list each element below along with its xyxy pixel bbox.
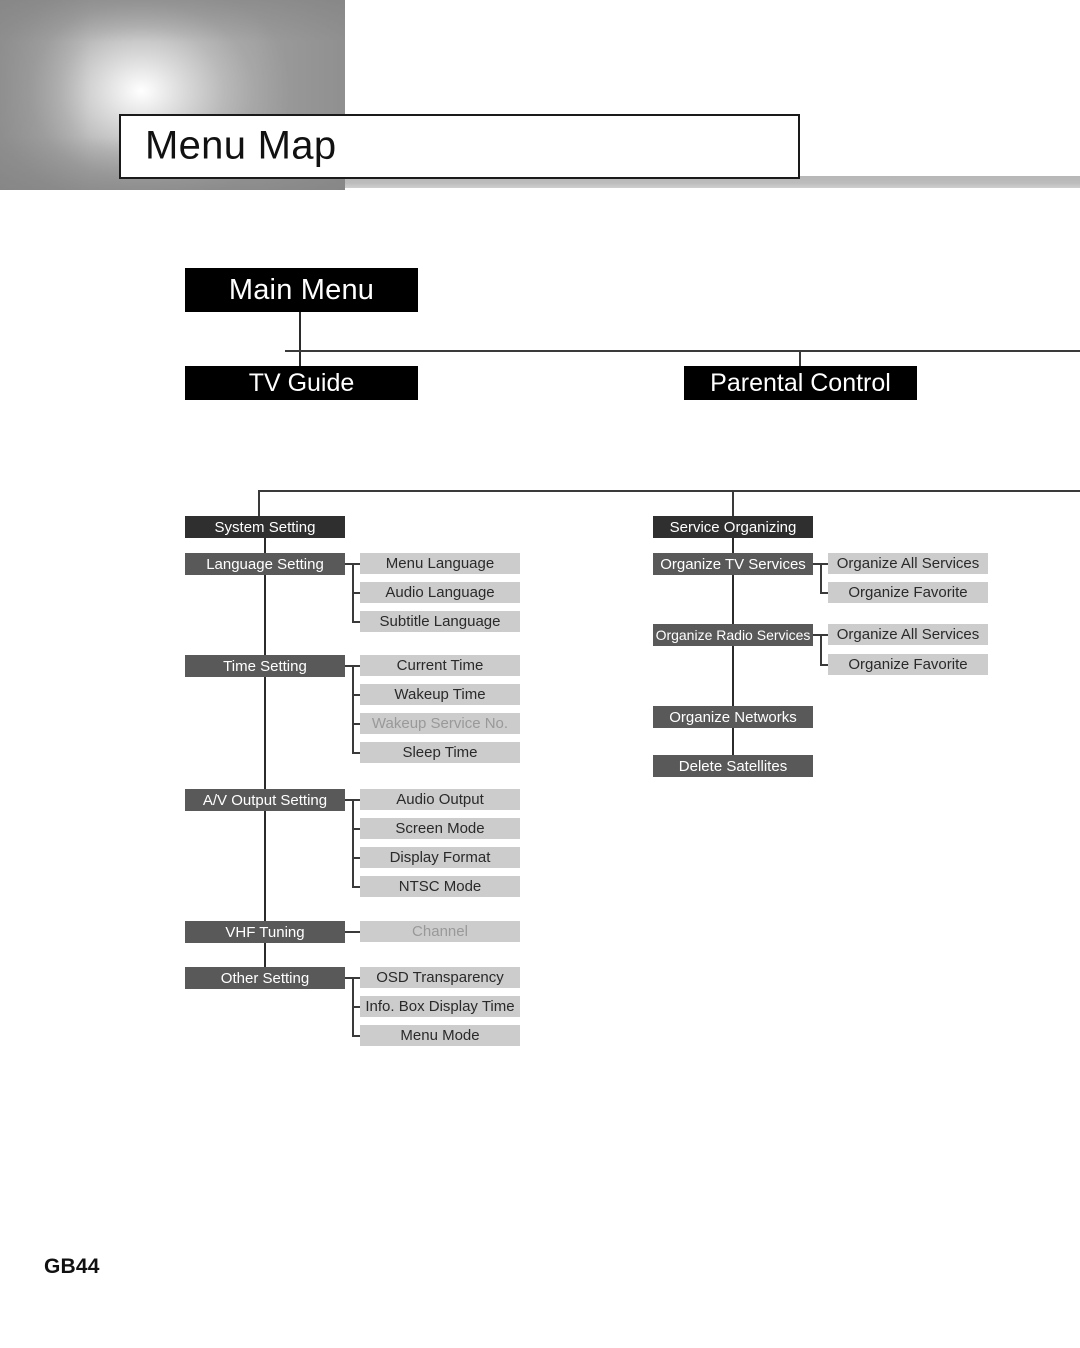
connector-time-setting-spine (352, 665, 354, 753)
node-menu-language[interactable]: Menu Language (360, 553, 520, 574)
node-organize-all-services-tv[interactable]: Organize All Services (828, 553, 988, 574)
node-system-setting[interactable]: System Setting (185, 516, 345, 538)
node-delete-satellites[interactable]: Delete Satellites (653, 755, 813, 777)
connector-level1-bus (285, 350, 1080, 352)
connector-level2-bus (258, 490, 1080, 492)
node-osd-transparency[interactable]: OSD Transparency (360, 967, 520, 988)
node-organize-tv-services[interactable]: Organize TV Services (653, 553, 813, 575)
node-time-setting[interactable]: Time Setting (185, 655, 345, 677)
menu-map-tree: Main Menu TV Guide Parental Control Syst… (0, 0, 1080, 1348)
node-main-menu[interactable]: Main Menu (185, 268, 418, 312)
node-audio-language[interactable]: Audio Language (360, 582, 520, 603)
node-tv-guide[interactable]: TV Guide (185, 366, 418, 400)
connector-av-output-setting-spine (352, 799, 354, 887)
node-parental-control[interactable]: Parental Control (684, 366, 917, 400)
node-organize-all-services-radio[interactable]: Organize All Services (828, 624, 988, 645)
node-av-output-setting[interactable]: A/V Output Setting (185, 789, 345, 811)
node-service-organizing[interactable]: Service Organizing (653, 516, 813, 538)
node-language-setting[interactable]: Language Setting (185, 553, 345, 575)
node-organize-radio-services[interactable]: Organize Radio Services (653, 624, 813, 646)
node-channel[interactable]: Channel (360, 921, 520, 942)
page-number: GB44 (44, 1255, 100, 1278)
node-screen-mode[interactable]: Screen Mode (360, 818, 520, 839)
node-organize-networks[interactable]: Organize Networks (653, 706, 813, 728)
connector-service-organizing-drop (732, 490, 734, 517)
connector-parental-control-drop (799, 350, 801, 367)
connector-root-stem (299, 312, 301, 366)
node-wakeup-service-no[interactable]: Wakeup Service No. (360, 713, 520, 734)
node-vhf-tuning[interactable]: VHF Tuning (185, 921, 345, 943)
node-organize-favorite-tv[interactable]: Organize Favorite (828, 582, 988, 603)
connector-organize-radio-services-spine (820, 634, 822, 665)
node-current-time[interactable]: Current Time (360, 655, 520, 676)
node-wakeup-time[interactable]: Wakeup Time (360, 684, 520, 705)
node-sleep-time[interactable]: Sleep Time (360, 742, 520, 763)
node-ntsc-mode[interactable]: NTSC Mode (360, 876, 520, 897)
node-info-box-display-time[interactable]: Info. Box Display Time (360, 996, 520, 1017)
connector-organize-tv-services-spine (820, 563, 822, 593)
node-menu-mode[interactable]: Menu Mode (360, 1025, 520, 1046)
node-other-setting[interactable]: Other Setting (185, 967, 345, 989)
connector-system-setting-drop (258, 490, 260, 517)
node-display-format[interactable]: Display Format (360, 847, 520, 868)
node-organize-favorite-radio[interactable]: Organize Favorite (828, 654, 988, 675)
node-audio-output[interactable]: Audio Output (360, 789, 520, 810)
node-subtitle-language[interactable]: Subtitle Language (360, 611, 520, 632)
connector-left-column-spine (264, 538, 266, 970)
